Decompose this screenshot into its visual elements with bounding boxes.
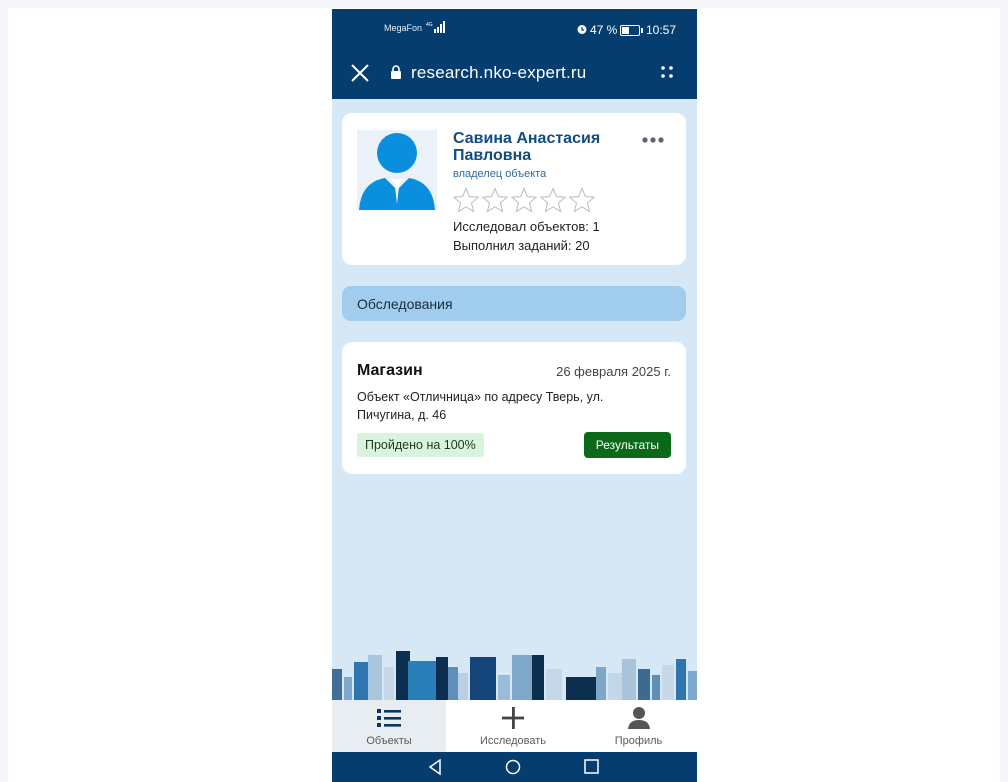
list-icon	[377, 709, 401, 727]
more-options-icon[interactable]	[641, 136, 665, 144]
city-skyline-illustration	[332, 651, 697, 700]
lock-icon	[391, 65, 401, 79]
nav-label-objects: Объекты	[366, 735, 412, 747]
person-icon	[628, 707, 650, 729]
profile-name: Савина Анастасия Павловна	[453, 130, 601, 164]
url-text[interactable]: research.nko-expert.ru	[411, 63, 586, 83]
star-icon[interactable]	[568, 187, 596, 213]
recent-apps-icon[interactable]	[584, 759, 599, 774]
nav-item-profile[interactable]: Профиль	[580, 700, 697, 752]
status-bar: MegaFon 4G 47 % 10:57	[332, 9, 697, 51]
nav-item-explore[interactable]: Исследовать	[446, 700, 580, 752]
carrier-name: MegaFon	[384, 23, 423, 33]
browser-menu-icon[interactable]	[660, 64, 674, 80]
browser-url-bar: research.nko-expert.ru	[332, 51, 697, 99]
battery-percent: 47 %	[590, 23, 618, 37]
avatar	[357, 130, 437, 210]
back-icon[interactable]	[428, 759, 442, 775]
survey-description: Объект «Отличница» по адресу Тверь, ул. …	[357, 390, 604, 422]
plus-icon	[502, 707, 524, 729]
phone-screen: MegaFon 4G 47 % 10:57 research.nko-exper…	[332, 9, 697, 782]
section-surveys-header[interactable]: Обследования	[342, 286, 686, 321]
survey-title: Магазин	[357, 362, 423, 379]
progress-badge: Пройдено на 100%	[357, 433, 484, 457]
nav-label-explore: Исследовать	[479, 735, 547, 747]
survey-card: Магазин 26 февраля 2025 г. Объект «Отлич…	[342, 342, 686, 474]
section-title: Обследования	[357, 296, 453, 312]
home-icon[interactable]	[505, 759, 521, 775]
signal-icon: 4G	[426, 21, 445, 33]
system-navigation-bar	[332, 752, 697, 782]
close-icon[interactable]	[350, 63, 370, 83]
profile-card: Савина Анастасия Павловна владелец объек…	[342, 113, 686, 265]
clock: 10:57	[646, 23, 677, 37]
bottom-navigation: Объекты Исследовать Профиль	[332, 700, 697, 752]
star-icon[interactable]	[481, 187, 509, 213]
star-icon[interactable]	[510, 187, 538, 213]
svg-text:4G: 4G	[426, 22, 433, 28]
nav-label-profile: Профиль	[614, 735, 663, 747]
star-icon[interactable]	[539, 187, 567, 213]
nav-item-objects[interactable]: Объекты	[332, 700, 446, 752]
profile-role: владелец объекта	[453, 168, 547, 180]
tasks-done: Выполнил заданий: 20	[453, 238, 590, 253]
survey-date: 26 февраля 2025 г.	[556, 364, 671, 379]
alarm-icon	[577, 25, 587, 34]
rating-stars	[452, 187, 597, 213]
objects-researched: Исследовал объектов: 1	[453, 219, 600, 234]
battery-icon	[620, 25, 643, 36]
star-icon[interactable]	[452, 187, 480, 213]
results-button[interactable]: Результаты	[583, 432, 671, 458]
